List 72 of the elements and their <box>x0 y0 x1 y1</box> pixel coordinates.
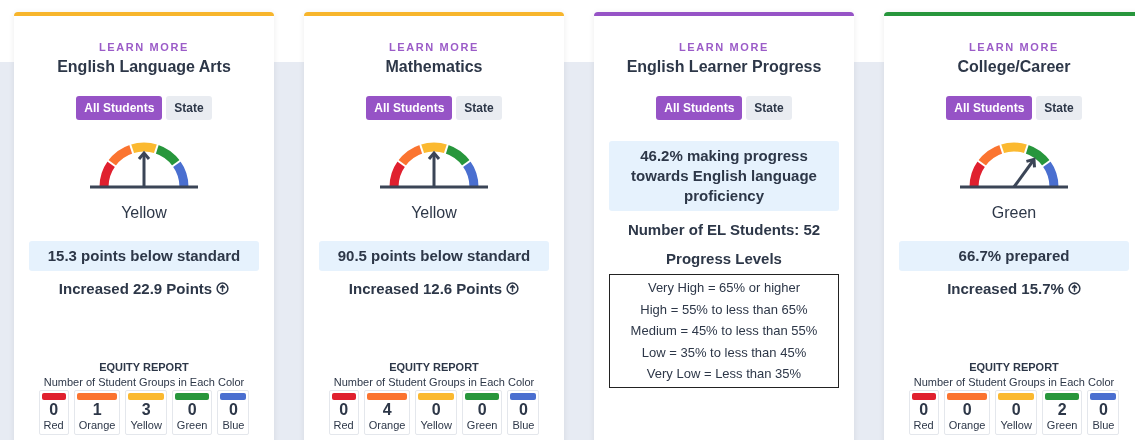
group-count: 0 <box>519 400 528 419</box>
status-summary: 66.7% prepared <box>899 241 1129 271</box>
level-range: Very Low = Less than 35% <box>645 365 803 383</box>
color-name: Green <box>1045 419 1079 431</box>
card-title: College/Career <box>957 58 1071 76</box>
level-range: Medium = 45% to less than 55% <box>629 322 819 340</box>
learn-more-link[interactable]: LEARN MORE <box>679 41 769 53</box>
group-count: 2 <box>1057 400 1067 419</box>
equity-title: EQUITY REPORT <box>389 361 479 373</box>
equity-title: EQUITY REPORT <box>969 361 1059 373</box>
color-name: Orange <box>367 419 407 431</box>
filter-tab[interactable]: All Students <box>656 96 743 120</box>
rating-label: Yellow <box>121 204 167 222</box>
group-count: 3 <box>141 400 151 419</box>
color-name: Yellow <box>419 419 453 431</box>
card-title: English Learner Progress <box>626 58 822 76</box>
status-summary: 46.2% making progress towards English language proficiency <box>609 141 839 211</box>
filter-tab[interactable]: All Students <box>946 96 1033 120</box>
group-count: 0 <box>339 400 349 419</box>
filter-tab[interactable]: State <box>456 96 502 120</box>
color-name: Red <box>912 419 935 431</box>
filter-tab[interactable]: State <box>1036 96 1082 120</box>
card-title: Mathematics <box>385 58 483 76</box>
color-name: Orange <box>77 419 117 431</box>
level-range: Very High = 65% or higher <box>646 279 802 297</box>
group-count: 0 <box>1099 400 1108 419</box>
equity-title: EQUITY REPORT <box>99 361 189 373</box>
level-range: Low = 35% to less than 45% <box>640 343 808 362</box>
card-title: English Language Arts <box>57 58 231 76</box>
group-count: 0 <box>919 400 929 419</box>
arrow-up-circle-icon <box>506 282 520 295</box>
equity-subtitle: Number of Student Groups in Each Color <box>43 376 245 388</box>
color-name: Orange <box>947 419 987 431</box>
color-name: Green <box>175 419 209 431</box>
group-count: 0 <box>962 400 972 419</box>
group-count: 0 <box>431 400 441 419</box>
status-summary: 90.5 points below standard <box>319 241 549 271</box>
filter-tab[interactable]: State <box>166 96 212 120</box>
learn-more-link[interactable]: LEARN MORE <box>969 41 1059 53</box>
arrow-up-circle-icon <box>216 282 230 295</box>
levels-title: Progress Levels <box>666 250 782 267</box>
level-range: High = 55% to less than 65% <box>639 300 809 319</box>
learn-more-link[interactable]: LEARN MORE <box>99 41 189 53</box>
color-name: Yellow <box>999 419 1033 431</box>
group-count: 0 <box>229 400 238 419</box>
status-summary: 15.3 points below standard <box>29 241 259 271</box>
filter-tab[interactable]: All Students <box>76 96 163 120</box>
arrow-up-circle-icon <box>1067 282 1081 295</box>
group-count: 1 <box>92 400 102 419</box>
rating-label: Yellow <box>411 204 457 222</box>
equity-subtitle: Number of Student Groups in Each Color <box>913 376 1115 388</box>
change-text: Increased 12.6 Points <box>348 280 503 297</box>
group-count: 0 <box>49 400 59 419</box>
group-count: 0 <box>477 400 487 419</box>
group-count: 0 <box>187 400 197 419</box>
student-count: Number of EL Students: 52 <box>627 221 821 238</box>
filter-tab[interactable]: State <box>746 96 792 120</box>
filter-tab[interactable]: All Students <box>366 96 453 120</box>
color-name: Yellow <box>129 419 163 431</box>
color-name: Green <box>465 419 499 431</box>
learn-more-link[interactable]: LEARN MORE <box>389 41 479 53</box>
change-text: Increased 15.7% <box>947 280 1064 297</box>
color-name: Blue <box>511 419 536 431</box>
color-name: Blue <box>221 419 246 431</box>
group-count: 4 <box>382 400 392 419</box>
equity-subtitle: Number of Student Groups in Each Color <box>333 376 535 388</box>
color-name: Blue <box>1091 419 1116 431</box>
rating-label: Green <box>991 204 1037 222</box>
color-name: Red <box>42 419 65 431</box>
color-name: Red <box>332 419 355 431</box>
change-text: Increased 22.9 Points <box>58 280 213 297</box>
group-count: 0 <box>1011 400 1021 419</box>
